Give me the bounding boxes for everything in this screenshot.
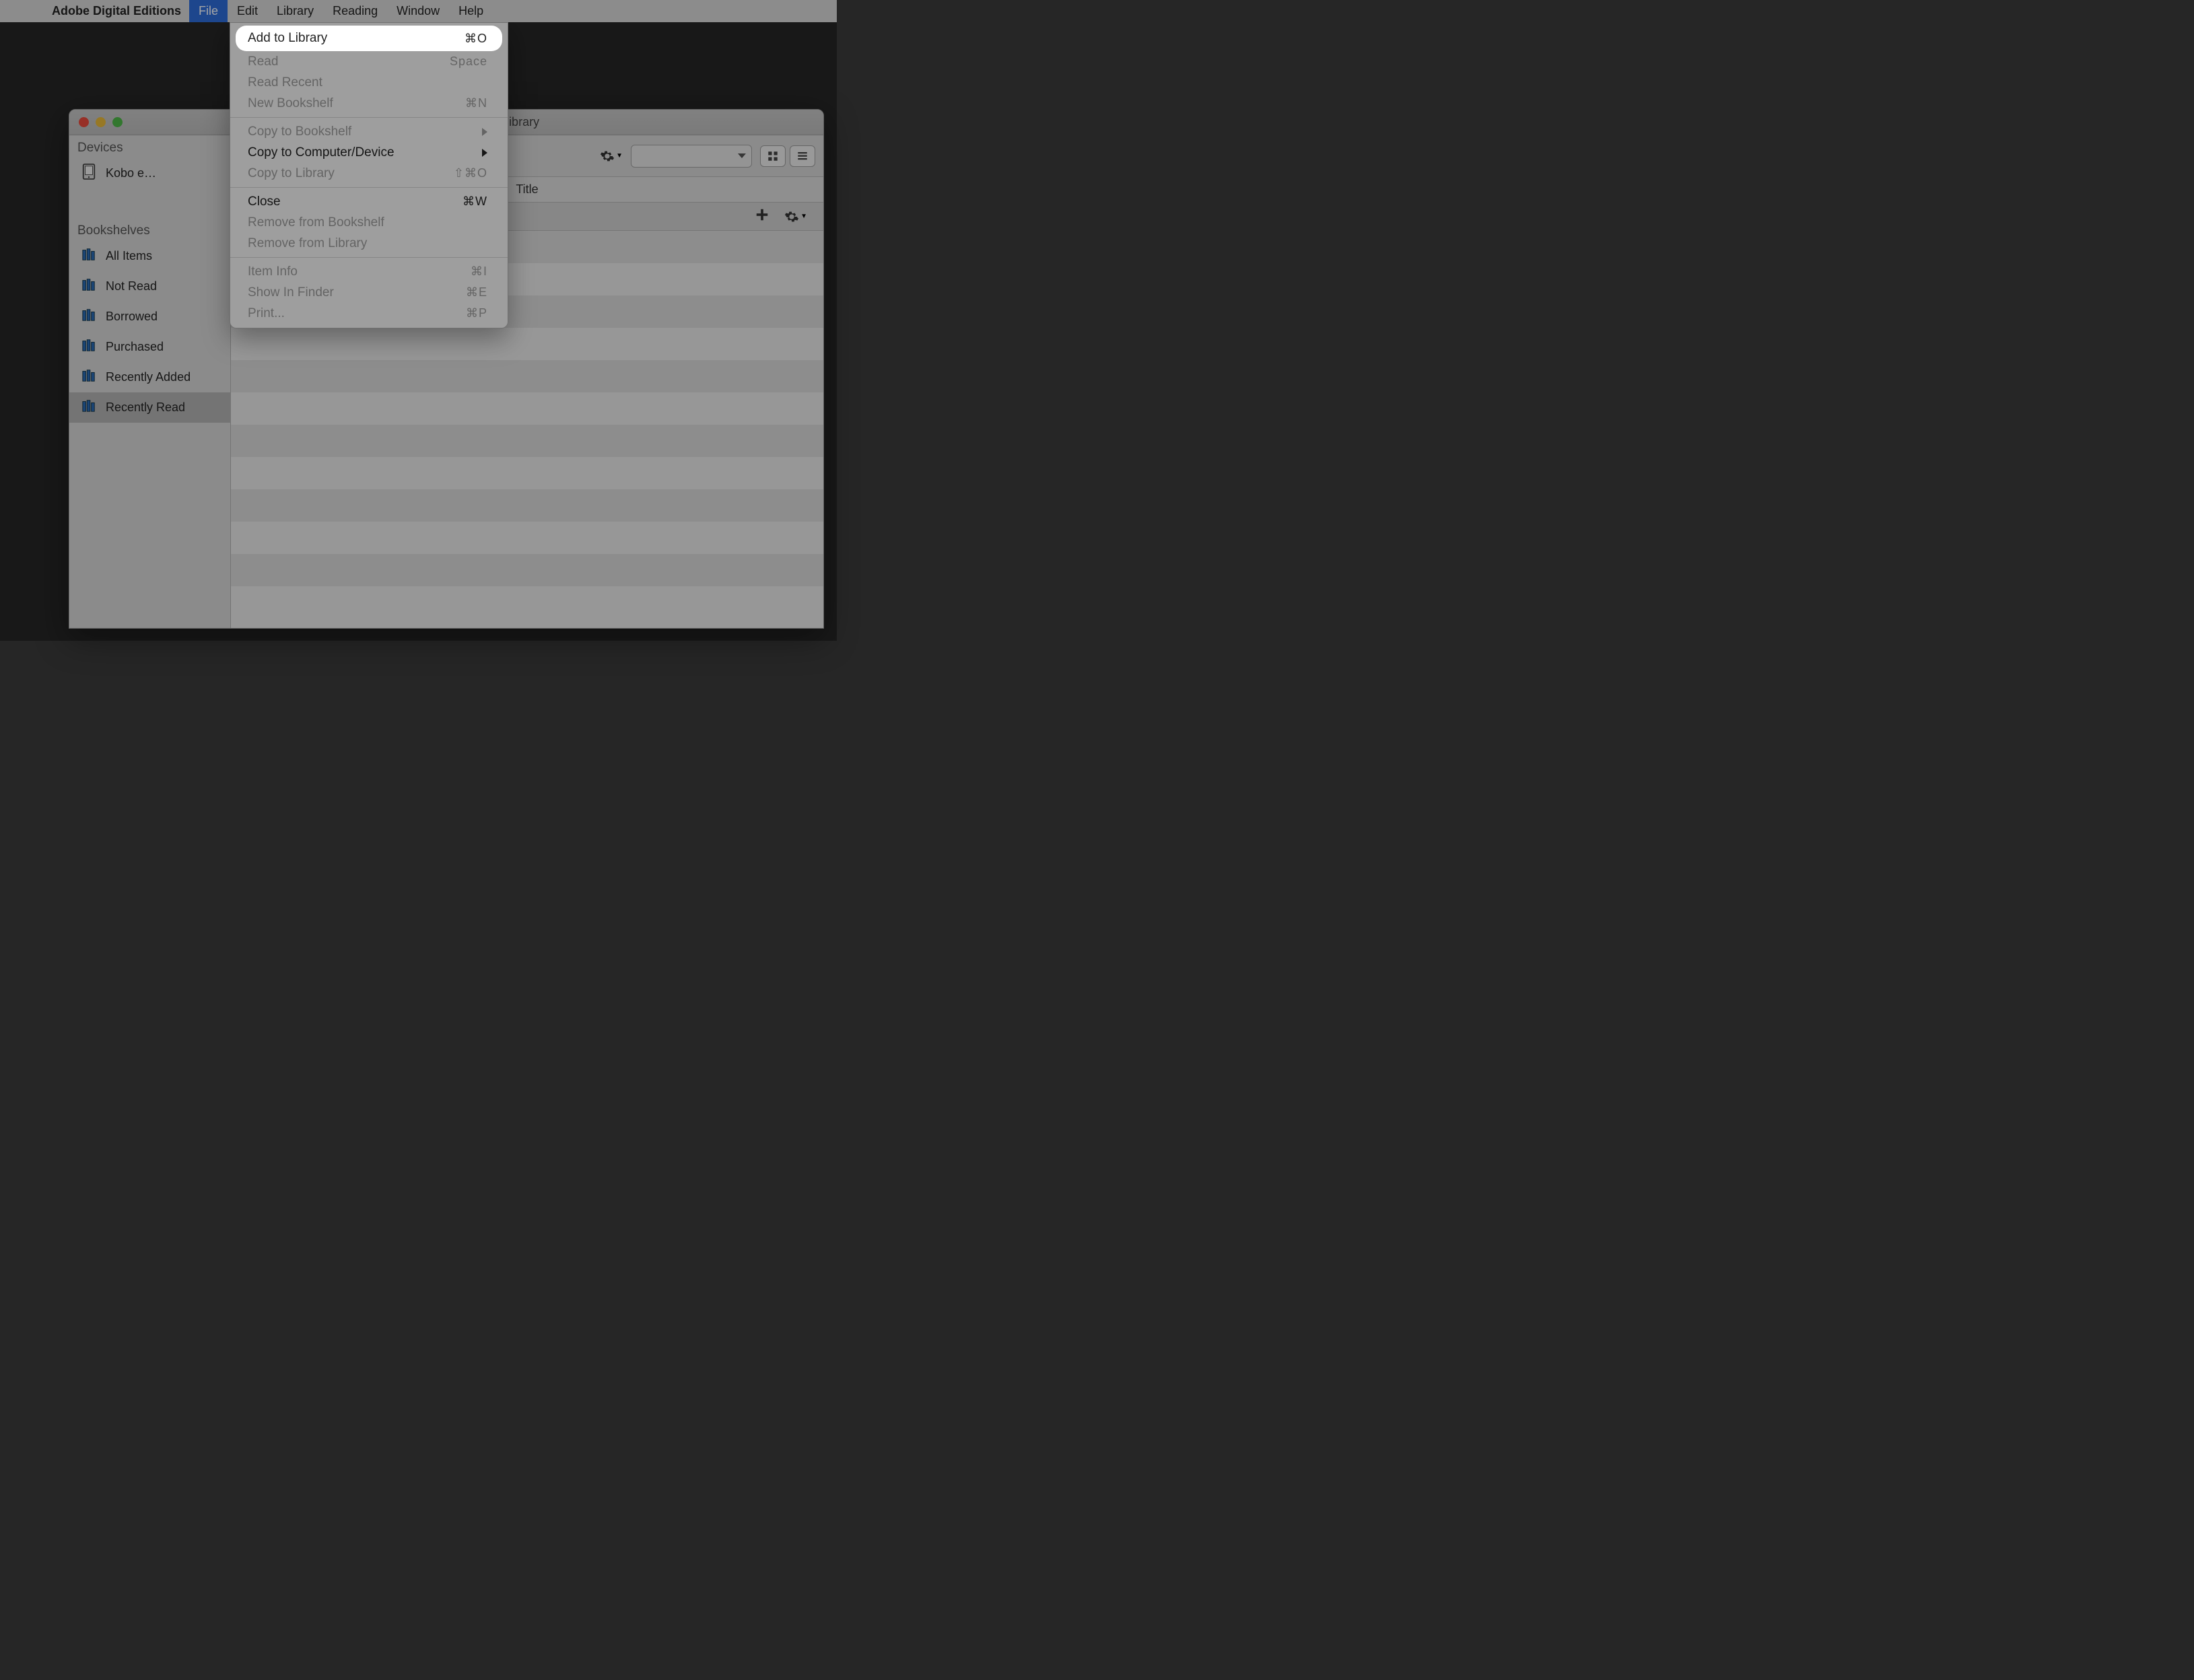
menu-item-copy-to-computer-device[interactable]: Copy to Computer/Device xyxy=(230,142,508,163)
bookshelf-icon xyxy=(81,398,96,417)
bookshelf-icon xyxy=(81,247,96,265)
menu-item-label: Copy to Library xyxy=(248,166,335,181)
menu-item-label: Read Recent xyxy=(248,75,322,90)
sidebar-device-item[interactable]: Kobo e… xyxy=(69,158,230,188)
menu-item-label: New Bookshelf xyxy=(248,96,333,111)
grid-view-button[interactable] xyxy=(760,145,786,167)
minimize-window-button[interactable] xyxy=(96,117,106,127)
menu-shortcut: ⌘O xyxy=(465,32,487,46)
menu-item-label: Remove from Bookshelf xyxy=(248,215,384,230)
menu-shortcut: Space xyxy=(450,55,487,69)
submenu-arrow-icon xyxy=(482,149,487,157)
sidebar-item-not-read[interactable]: Not Read xyxy=(69,271,230,302)
menu-separator xyxy=(230,117,508,118)
submenu-arrow-icon xyxy=(482,128,487,136)
menu-item-label: Item Info xyxy=(248,265,298,279)
sidebar-item-recently-read[interactable]: Recently Read xyxy=(69,392,230,423)
menu-item-add-to-library[interactable]: Add to Library ⌘O xyxy=(236,26,502,51)
menu-item-item-info: Item Info ⌘I xyxy=(230,261,508,282)
table-row[interactable] xyxy=(231,489,823,522)
sidebar-devices-header: Devices xyxy=(69,135,230,158)
menu-shortcut: ⌘P xyxy=(466,306,487,320)
menu-item-label: Add to Library xyxy=(248,31,327,46)
menu-shortcut: ⌘I xyxy=(471,265,487,279)
bookshelf-icon xyxy=(81,277,96,295)
menu-item-print: Print... ⌘P xyxy=(230,303,508,324)
menu-item-remove-from-library: Remove from Library xyxy=(230,233,508,254)
table-row[interactable] xyxy=(231,360,823,392)
sidebar-item-label: All Items xyxy=(106,249,152,263)
menu-item-close[interactable]: Close ⌘W xyxy=(230,191,508,212)
table-row[interactable] xyxy=(231,586,823,619)
mac-menu-bar: Adobe Digital Editions File Edit Library… xyxy=(0,0,837,22)
fullscreen-window-button[interactable] xyxy=(112,117,123,127)
menu-separator xyxy=(230,257,508,258)
menu-item-read-recent: Read Recent xyxy=(230,72,508,93)
table-row[interactable] xyxy=(231,425,823,457)
app-name[interactable]: Adobe Digital Editions xyxy=(44,4,189,18)
sidebar-item-label: Purchased xyxy=(106,340,164,354)
menu-item-label: Copy to Bookshelf xyxy=(248,125,351,139)
menu-item-copy-to-bookshelf: Copy to Bookshelf xyxy=(230,121,508,142)
sidebar-item-label: Not Read xyxy=(106,279,157,293)
sidebar: Devices Kobo e… Bookshelves All Items No… xyxy=(69,135,231,628)
sidebar-item-label: Kobo e… xyxy=(106,166,156,180)
sidebar-item-label: Borrowed xyxy=(106,310,158,324)
menu-item-read: Read Space xyxy=(230,51,508,72)
menu-item-label: Read xyxy=(248,55,278,69)
menu-file[interactable]: File xyxy=(189,0,228,22)
ereader-icon xyxy=(81,163,96,184)
menu-item-new-bookshelf: New Bookshelf ⌘N xyxy=(230,93,508,114)
sidebar-item-label: Recently Added xyxy=(106,370,191,384)
sidebar-item-purchased[interactable]: Purchased xyxy=(69,332,230,362)
menu-item-label: Copy to Computer/Device xyxy=(248,145,395,160)
gear-menu-button[interactable]: ▼ xyxy=(600,149,623,164)
menu-shortcut: ⌘N xyxy=(465,96,487,110)
menu-item-label: Close xyxy=(248,195,281,209)
menu-item-show-in-finder: Show In Finder ⌘E xyxy=(230,282,508,303)
gear-menu-button-secondary[interactable]: ▼ xyxy=(784,209,807,224)
table-row[interactable] xyxy=(231,392,823,425)
sidebar-item-borrowed[interactable]: Borrowed xyxy=(69,302,230,332)
list-view-button[interactable] xyxy=(790,145,815,167)
menu-shortcut: ⇧⌘O xyxy=(454,166,487,180)
menu-window[interactable]: Window xyxy=(387,0,449,22)
bookshelf-icon xyxy=(81,308,96,326)
menu-reading[interactable]: Reading xyxy=(323,0,387,22)
sidebar-item-label: Recently Read xyxy=(106,400,185,415)
sidebar-bookshelves-header: Bookshelves xyxy=(69,218,230,241)
chevron-down-icon xyxy=(738,153,746,158)
table-row[interactable] xyxy=(231,457,823,489)
file-menu-dropdown: Add to Library ⌘O Read Space Read Recent… xyxy=(230,22,508,328)
menu-help[interactable]: Help xyxy=(449,0,493,22)
sidebar-item-all-items[interactable]: All Items xyxy=(69,241,230,271)
traffic-lights xyxy=(79,117,123,127)
menu-shortcut: ⌘E xyxy=(466,285,487,300)
menu-separator xyxy=(230,187,508,188)
menu-edit[interactable]: Edit xyxy=(228,0,267,22)
close-window-button[interactable] xyxy=(79,117,89,127)
add-button[interactable] xyxy=(755,207,769,225)
table-row[interactable] xyxy=(231,522,823,554)
bookshelf-icon xyxy=(81,368,96,386)
table-row[interactable] xyxy=(231,328,823,360)
menu-item-copy-to-library: Copy to Library ⇧⌘O xyxy=(230,163,508,184)
menu-item-label: Remove from Library xyxy=(248,236,367,251)
bookshelf-icon xyxy=(81,338,96,356)
menu-item-label: Show In Finder xyxy=(248,285,334,300)
table-row[interactable] xyxy=(231,554,823,586)
menu-shortcut: ⌘W xyxy=(462,195,487,209)
sidebar-item-recently-added[interactable]: Recently Added xyxy=(69,362,230,392)
sort-dropdown[interactable] xyxy=(631,145,752,168)
menu-library[interactable]: Library xyxy=(267,0,323,22)
menu-item-remove-from-bookshelf: Remove from Bookshelf xyxy=(230,212,508,233)
menu-item-label: Print... xyxy=(248,306,285,321)
